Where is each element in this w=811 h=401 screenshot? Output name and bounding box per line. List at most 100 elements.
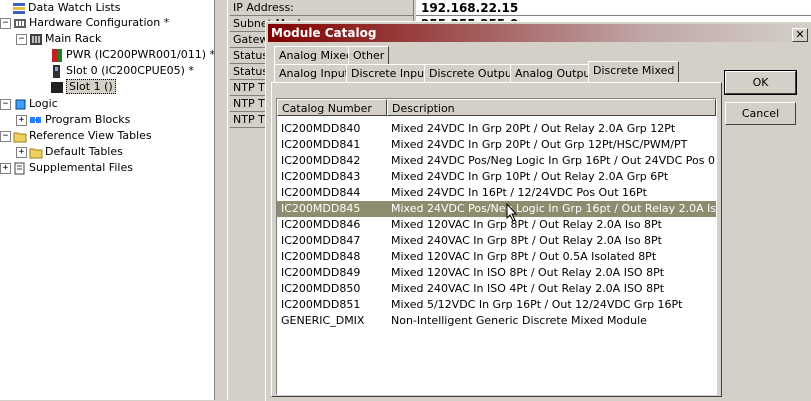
catalog-number: IC200MDD840 [281,122,361,135]
empty-slot-icon [50,81,64,94]
tab-label: Analog Output [515,67,595,80]
tree-item-reference-view-tables[interactable]: − Reference View Tables [0,128,152,144]
rack-icon [29,33,43,46]
tab-analog-mixed[interactable]: Analog Mixed [274,46,358,64]
close-button[interactable]: ✕ [792,28,808,42]
tree-item-label: Hardware Configuration * [29,16,170,29]
description: Mixed 5/12VDC In Grp 16Pt / Out 12/24VDC… [391,298,683,311]
description: Mixed 24VDC Pos/Neg Logic In Grp 16pt / … [391,202,716,215]
tree-item-slot-0[interactable]: Slot 0 (IC200CPUE05) * [50,63,194,79]
splitter[interactable] [214,0,228,400]
tab-label: Other [353,49,385,62]
tab-label: Discrete Output [429,67,517,80]
hardware-config-icon [13,17,27,30]
list-item[interactable]: IC200MDD840 Mixed 24VDC In Grp 20Pt / Out… [277,121,716,137]
tree-item-label: Slot 0 (IC200CPUE05) * [66,64,194,77]
program-blocks-icon [29,114,43,127]
list-item[interactable]: IC200MDD849 Mixed 120VAC In ISO 8Pt / Out… [277,265,716,281]
project-tree[interactable]: Data Watch Lists − Hardware Configuration… [0,0,214,400]
data-watch-icon [12,2,26,15]
list-item[interactable]: IC200MDD842 Mixed 24VDC Pos/Neg Logic In … [277,153,716,169]
list-item[interactable]: IC200MDD841 Mixed 24VDC In Grp 20Pt / Out… [277,137,716,153]
tab-label: Analog Input [279,67,349,80]
description: Mixed 24VDC In Grp 20Pt / Out Relay 2.0A… [391,122,676,135]
catalog-number: IC200MDD845 [281,202,361,215]
tree-item-pwr[interactable]: PWR (IC200PWR001/011) * [50,47,214,63]
close-icon: ✕ [795,28,805,41]
power-module-icon [50,48,64,62]
supplemental-files-icon [13,162,27,175]
tab-discrete-input[interactable]: Discrete Input [346,64,434,82]
mouse-cursor-icon [506,203,518,222]
list-item-selected[interactable]: IC200MDD845 Mixed 24VDC Pos/Neg Logic In … [277,201,716,217]
description: Mixed 24VDC In 16Pt / 12/24VDC Pos Out 1… [391,186,647,199]
catalog-number: IC200MDD844 [281,186,361,199]
list-item[interactable]: IC200MDD844 Mixed 24VDC In 16Pt / 12/24VD… [277,185,716,201]
column-header-description[interactable]: Description [387,99,716,116]
catalog-number: IC200MDD842 [281,154,361,167]
property-name: IP Address: [230,0,414,16]
ok-button[interactable]: OK [724,70,797,95]
cancel-button[interactable]: Cancel [725,102,796,125]
catalog-number: GENERIC_DMIX [281,314,365,327]
description: Non-Intelligent Generic Discrete Mixed M… [391,314,647,327]
folder-icon [13,130,27,143]
list-item[interactable]: IC200MDD843 Mixed 24VDC In Grp 10Pt / Out… [277,169,716,185]
tab-discrete-mixed[interactable]: Discrete Mixed [588,61,680,82]
tree-item-supplemental-files[interactable]: + Supplemental Files [0,160,133,176]
tree-item-data-watch-lists[interactable]: Data Watch Lists [12,0,120,16]
tree-item-slot-1[interactable]: Slot 1 () [50,79,116,95]
column-header-label: Description [392,102,455,115]
property-empty-column [230,128,269,400]
expand-icon[interactable]: + [0,162,11,174]
collapse-icon[interactable]: − [0,98,11,110]
expand-icon[interactable]: + [16,114,27,126]
list-item[interactable]: IC200MDD846 Mixed 120VAC In Grp 8Pt / Out… [277,217,716,233]
tab-analog-output[interactable]: Analog Output [510,64,600,82]
collapse-icon[interactable]: − [0,130,11,142]
description: Mixed 240VAC In ISO 4Pt / Out Relay 2.0A… [391,282,665,295]
tab-other[interactable]: Other [348,46,390,64]
list-item[interactable]: IC200MDD847 Mixed 240VAC In Grp 8Pt / Out… [277,233,716,249]
tab-label: Analog Mixed [279,49,353,62]
description: Mixed 24VDC Pos/Neg Logic In Grp 16Pt / … [391,154,716,167]
catalog-number: IC200MDD841 [281,138,361,151]
list-item[interactable]: IC200MDD851 Mixed 5/12VDC In Grp 16Pt / O… [277,297,716,313]
catalog-number: IC200MDD846 [281,218,361,231]
tree-item-label: Reference View Tables [29,129,152,142]
column-header-label: Catalog Number [282,102,372,115]
list-item[interactable]: IC200MDD850 Mixed 240VAC In ISO 4Pt / Out… [277,281,716,297]
cancel-button-label: Cancel [741,107,780,120]
property-value[interactable]: 192.168.22.15 [416,0,811,16]
description: Mixed 120VAC In ISO 8Pt / Out Relay 2.0A… [391,266,665,279]
collapse-icon[interactable]: − [0,17,11,29]
logic-icon [13,98,27,111]
collapse-icon[interactable]: − [16,33,27,45]
catalog-number: IC200MDD850 [281,282,361,295]
tree-item-main-rack[interactable]: − Main Rack [16,31,101,47]
catalog-list[interactable]: Catalog Number Description IC200MDD840 Mi… [276,98,717,395]
tree-item-label: Data Watch Lists [28,1,121,14]
list-item[interactable]: GENERIC_DMIX Non-Intelligent Generic Disc… [277,313,716,329]
tab-analog-input[interactable]: Analog Input [274,64,354,82]
tree-item-logic[interactable]: − Logic [0,96,58,112]
tree-item-program-blocks[interactable]: + Program Blocks [16,112,130,128]
tree-item-label: Default Tables [45,145,123,158]
tree-item-label: Logic [29,97,58,110]
tab-label: Discrete Mixed [593,64,675,77]
module-catalog-dialog: Module Catalog ✕ Analog Mixed Other Anal… [265,21,811,401]
dialog-title-bar[interactable]: Module Catalog ✕ [268,24,811,42]
catalog-number: IC200MDD848 [281,250,361,263]
tree-item-hardware-configuration[interactable]: − Hardware Configuration * [0,15,169,31]
tab-label: Discrete Input [351,67,429,80]
folder-icon [29,146,43,159]
tab-discrete-output[interactable]: Discrete Output [424,64,522,82]
column-header-catalog-number[interactable]: Catalog Number [277,99,387,116]
description: Mixed 120VAC In Grp 8Pt / Out Relay 2.0A… [391,218,662,231]
description: Mixed 24VDC In Grp 20Pt / Out Grp 12Pt/H… [391,138,688,151]
expand-icon[interactable]: + [16,146,27,158]
catalog-number: IC200MDD849 [281,266,361,279]
property-row[interactable]: IP Address: 192.168.22.15 [230,0,811,16]
tree-item-default-tables[interactable]: + Default Tables [16,144,123,160]
list-item[interactable]: IC200MDD848 Mixed 120VAC In Grp 8Pt / Out… [277,249,716,265]
